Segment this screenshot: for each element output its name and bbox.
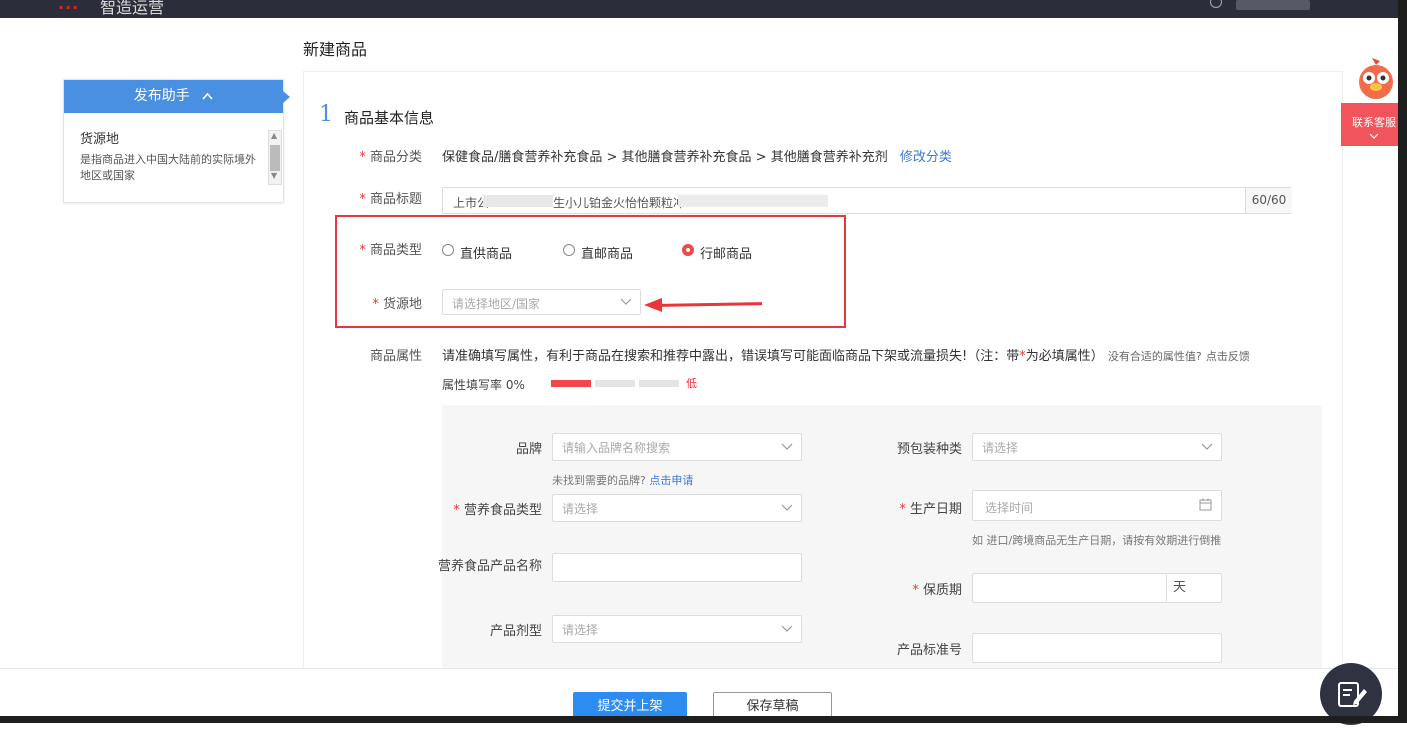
apply-brand-link[interactable]: 点击申请 [649, 474, 693, 487]
helper-pointer [283, 91, 290, 103]
brand-placeholder: 请输入品牌名称搜索 [562, 441, 671, 455]
option-direct-mail[interactable]: 直邮商品 [581, 243, 633, 262]
type-label: * 商品类型 [359, 243, 422, 258]
brand-logo: ... [58, 0, 80, 13]
chevron-up-icon [202, 88, 213, 104]
shelf-life-input[interactable]: 天 [972, 573, 1222, 603]
user-name-redacted[interactable] [1236, 0, 1310, 10]
radio-direct-mail[interactable] [563, 244, 575, 256]
origin-placeholder: 请选择地区/国家 [452, 297, 541, 311]
brand-name: 智造运营 [100, 0, 165, 17]
radio-postal-selected[interactable] [682, 244, 694, 256]
prod-date-label: * 生产日期 [899, 502, 962, 517]
page-title: 新建商品 [303, 40, 368, 59]
chevron-down-icon [781, 437, 793, 458]
chevron-down-icon [620, 293, 632, 314]
title-redacted-2 [678, 195, 828, 207]
shelf-life-label: * 保质期 [912, 583, 962, 598]
title-input[interactable]: 上市公 生小儿铂金火怡怡颗粒冲 60/60 [442, 187, 1292, 214]
attributes-label: 商品属性 [369, 349, 422, 364]
fill-rate-level: 低 [686, 377, 697, 390]
helper-topic-title: 货源地 [80, 132, 120, 147]
window-edge-right [1398, 0, 1407, 723]
standard-no-label: 产品标准号 [896, 643, 962, 658]
publish-helper-header[interactable]: 发布助手 [64, 80, 283, 113]
fill-rate-bar-1 [551, 380, 591, 387]
nutri-type-select[interactable]: 请选择 [552, 494, 802, 522]
attributes-desc: 请准确填写属性，有利于商品在搜索和推荐中露出，错误填写可能面临商品下架或流量损失… [442, 349, 1250, 364]
publish-helper-title: 发布助手 [133, 88, 190, 104]
dosage-select[interactable]: 请选择 [552, 615, 802, 643]
pack-type-label: 预包装种类 [896, 442, 962, 457]
category-label: * 商品分类 [359, 150, 422, 165]
brand-hint: 未找到需要的品牌? 点击申请 [552, 474, 694, 487]
footer-bar [0, 668, 1398, 717]
title-label: * 商品标题 [359, 192, 422, 207]
section-number: 1 [319, 102, 333, 127]
dosage-placeholder: 请选择 [562, 623, 599, 637]
change-category-link[interactable]: 修改分类 [900, 150, 952, 165]
standard-no-input[interactable] [972, 633, 1222, 663]
scroll-down-icon[interactable]: ▼ [271, 171, 277, 180]
title-input-text-2: 生小儿铂金火怡怡颗粒冲 [553, 196, 686, 210]
nutri-type-label: * 营养食品类型 [453, 503, 542, 518]
window-edge-bottom [0, 716, 1407, 723]
fill-rate-bar-2 [595, 380, 635, 387]
chevron-down-icon [1201, 437, 1213, 458]
top-bar: ... 智造运营 [0, 0, 1407, 18]
brand-label: 品牌 [515, 442, 542, 457]
fill-rate-bar-3 [639, 380, 679, 387]
scroll-thumb[interactable] [270, 145, 280, 171]
nutri-type-placeholder: 请选择 [562, 502, 599, 516]
mascot-icon[interactable] [1352, 56, 1400, 102]
dosage-label: 产品剂型 [489, 624, 542, 639]
publish-helper-panel: 发布助手 货源地 是指商品进入中国大陆前的实际境外地区或国家 ▲ ▼ [63, 79, 290, 203]
nutri-name-input[interactable] [552, 553, 802, 582]
pack-type-placeholder: 请选择 [982, 441, 1019, 455]
origin-select[interactable]: 请选择地区/国家 [442, 289, 641, 315]
chevron-down-icon [781, 498, 793, 519]
title-char-count: 60/60 [1245, 188, 1292, 213]
chevron-down-icon [781, 619, 793, 640]
user-avatar-icon[interactable] [1210, 0, 1222, 8]
scroll-up-icon[interactable]: ▲ [271, 131, 277, 140]
calendar-icon[interactable] [1199, 498, 1212, 515]
fill-rate-label: 属性填写率 0% [442, 378, 525, 392]
title-redacted-1 [483, 195, 553, 207]
prod-date-hint: 如 进口/跨境商品无生产日期，请按有效期进行倒推 [972, 534, 1222, 547]
section-title: 商品基本信息 [344, 109, 435, 127]
radio-direct-supply[interactable] [442, 244, 454, 256]
feedback-link[interactable]: 点击反馈 [1206, 350, 1250, 363]
origin-label: * 货源地 [372, 297, 422, 312]
prod-date-picker[interactable]: 选择时间 [972, 490, 1222, 521]
helper-scrollbar[interactable]: ▲ ▼ [268, 130, 282, 185]
option-direct-supply[interactable]: 直供商品 [460, 243, 512, 262]
option-postal[interactable]: 行邮商品 [700, 243, 752, 262]
nutri-name-label: 营养食品产品名称 [437, 559, 542, 574]
brand-select[interactable]: 请输入品牌名称搜索 [552, 433, 802, 461]
category-value: 保健食品/膳食营养补充食品 > 其他膳食营养补充食品 > 其他膳食营养补充剂 修… [442, 150, 952, 165]
shelf-life-unit: 天 [1166, 574, 1221, 602]
pack-type-select[interactable]: 请选择 [972, 433, 1222, 461]
helper-topic-desc: 是指商品进入中国大陆前的实际境外地区或国家 [80, 153, 256, 182]
prod-date-placeholder: 选择时间 [985, 501, 1034, 515]
